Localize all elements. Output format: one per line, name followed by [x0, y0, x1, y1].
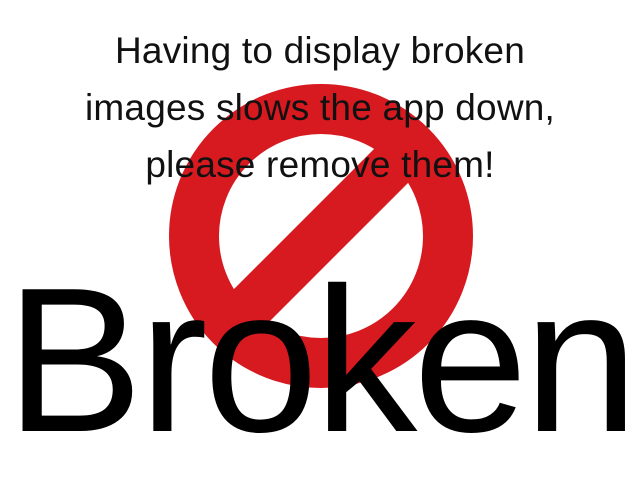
warning-message-line: please remove them! [145, 144, 495, 185]
broken-image-placeholder: Having to display broken images slows th… [0, 0, 640, 480]
warning-message-line: images slows the app down, [84, 87, 555, 128]
warning-message-line: Having to display broken [115, 30, 525, 71]
broken-label: Broken [5, 245, 639, 475]
warning-message: Having to display broken images slows th… [0, 22, 640, 193]
